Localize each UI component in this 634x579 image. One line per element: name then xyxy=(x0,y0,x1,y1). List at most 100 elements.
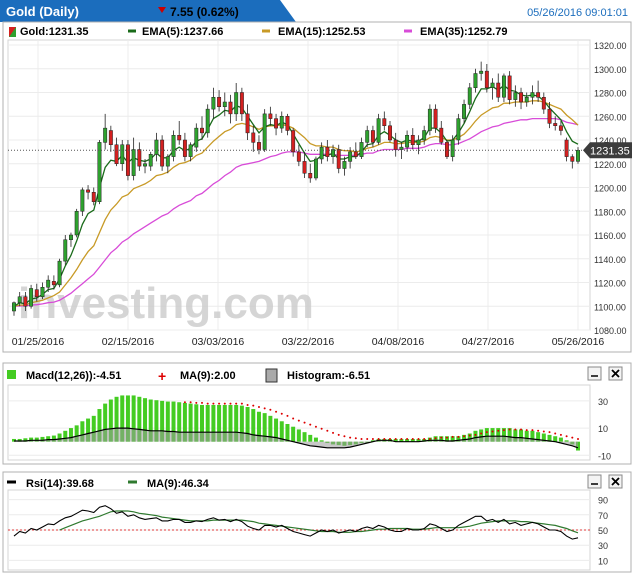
macd-ma-dot xyxy=(400,437,403,440)
macd-minimize-button[interactable] xyxy=(587,366,602,381)
candle-body xyxy=(171,135,176,157)
candle-body xyxy=(160,139,165,167)
candle-body xyxy=(433,108,438,129)
candle-body xyxy=(376,118,381,143)
legend-macd-ma: MA(9):2.00 xyxy=(180,370,236,382)
macd-ma-dot xyxy=(297,419,300,422)
candle-body xyxy=(365,130,370,143)
macd-hist-bar xyxy=(302,432,307,442)
candle-body xyxy=(359,142,364,157)
macd-panel: Macd(12,26)):-4.51 + MA(9):2.00 Histogra… xyxy=(2,362,632,465)
macd-ma-dot xyxy=(502,429,505,432)
candle-body xyxy=(530,92,535,98)
candle-body xyxy=(217,97,222,107)
candle-body xyxy=(279,116,284,129)
candle-body xyxy=(97,142,102,202)
macd-ma-dot xyxy=(314,425,317,428)
macd-ma-dot xyxy=(508,428,511,431)
macd-legend-swatch xyxy=(7,370,16,379)
candle-body xyxy=(484,70,489,88)
macd-ma-dot xyxy=(252,404,255,407)
macd-ma-dot xyxy=(183,401,186,404)
macd-ma-dot xyxy=(417,437,420,440)
macd-ma-dot xyxy=(548,431,551,434)
candle-body xyxy=(553,123,558,126)
candle-body xyxy=(496,82,501,98)
candle-body xyxy=(40,287,45,297)
rsi-close-button[interactable] xyxy=(608,474,623,489)
macd-hist-bar xyxy=(285,424,290,442)
candle-body xyxy=(182,139,187,157)
price-x-tick: 04/27/2016 xyxy=(462,336,515,348)
macd-ma-dot xyxy=(434,437,437,440)
macd-ma-dot xyxy=(195,401,198,404)
candle-body xyxy=(148,154,153,167)
candle-body xyxy=(348,151,353,162)
price-x-tick: 02/15/2016 xyxy=(102,336,155,348)
price-x-tick: 05/26/2016 xyxy=(552,336,605,348)
candle-body xyxy=(63,239,68,262)
candle-body xyxy=(393,139,398,150)
macd-ma-dot xyxy=(229,402,232,405)
price-panel: Gold:1231.35 EMA(5):1237.66 EMA(15):1252… xyxy=(2,21,632,353)
candle-body xyxy=(86,189,91,193)
candle-body xyxy=(405,135,410,148)
rsi-panel: Rsi(14):39.68 MA(9):46.34 90 70 50 30 10 xyxy=(2,471,632,573)
candle-body xyxy=(205,108,210,134)
candle-body xyxy=(251,132,256,143)
macd-ma-dot xyxy=(326,429,329,432)
candle-body xyxy=(439,127,444,143)
timestamp: 05/26/2016 09:01:01 xyxy=(527,7,628,19)
macd-ma-dot xyxy=(354,437,357,440)
candle-body xyxy=(331,149,335,157)
rsi-y-tick: 90 xyxy=(598,496,608,506)
candle-body xyxy=(245,113,250,134)
candle-body xyxy=(12,302,16,312)
macd-ma-dot xyxy=(577,437,579,440)
rsi-y-tick: 70 xyxy=(598,511,608,521)
price-y-tick: 1180.00 xyxy=(594,207,626,217)
candle-body xyxy=(353,151,358,157)
candle-body xyxy=(536,92,541,98)
macd-ma-dot xyxy=(246,403,249,406)
macd-ma-dot xyxy=(377,437,380,440)
candle-body xyxy=(388,125,392,141)
macd-y-tick: 30 xyxy=(598,397,608,407)
candle-body xyxy=(120,144,125,164)
price-x-tick: 04/08/2016 xyxy=(372,336,425,348)
candle-body xyxy=(399,146,404,150)
candle-body xyxy=(257,142,261,150)
price-y-tick: 1140.00 xyxy=(594,255,626,265)
candle-body xyxy=(308,173,313,179)
candle-body xyxy=(325,146,330,157)
candle-body xyxy=(57,260,62,286)
macd-ma-dot xyxy=(394,437,397,440)
macd-ma-dot xyxy=(457,435,460,438)
price-y-tick: 1300.00 xyxy=(594,65,627,75)
candle-body xyxy=(296,151,301,162)
macd-close-button[interactable] xyxy=(608,366,623,381)
price-y-tick: 1160.00 xyxy=(594,231,626,241)
macd-ma-dot xyxy=(366,437,369,440)
price-x-tick: 01/25/2016 xyxy=(12,336,65,348)
candle-body xyxy=(285,116,290,131)
macd-ma-dot xyxy=(474,433,477,436)
macd-y-tick: 10 xyxy=(598,424,608,434)
price-y-tick: 1120.00 xyxy=(594,279,626,289)
candle-body xyxy=(501,75,506,98)
candle-body xyxy=(473,73,478,88)
candle-body xyxy=(507,75,512,100)
macd-ma-dot xyxy=(520,428,523,431)
price-x-tick: 03/03/2016 xyxy=(192,336,245,348)
macd-ma-dot xyxy=(257,406,260,408)
candle-body xyxy=(576,150,580,162)
macd-ma-dot xyxy=(303,421,306,424)
candle-body xyxy=(342,161,347,169)
macd-hist-bar xyxy=(308,434,313,442)
price-change: 7.55 (0.62%) xyxy=(170,5,239,19)
candle-body xyxy=(125,144,130,176)
rsi-minimize-button[interactable] xyxy=(587,474,602,489)
macd-ma-dot xyxy=(349,436,352,439)
macd-ma-dot xyxy=(292,417,295,420)
macd-ma-dot xyxy=(275,410,278,413)
